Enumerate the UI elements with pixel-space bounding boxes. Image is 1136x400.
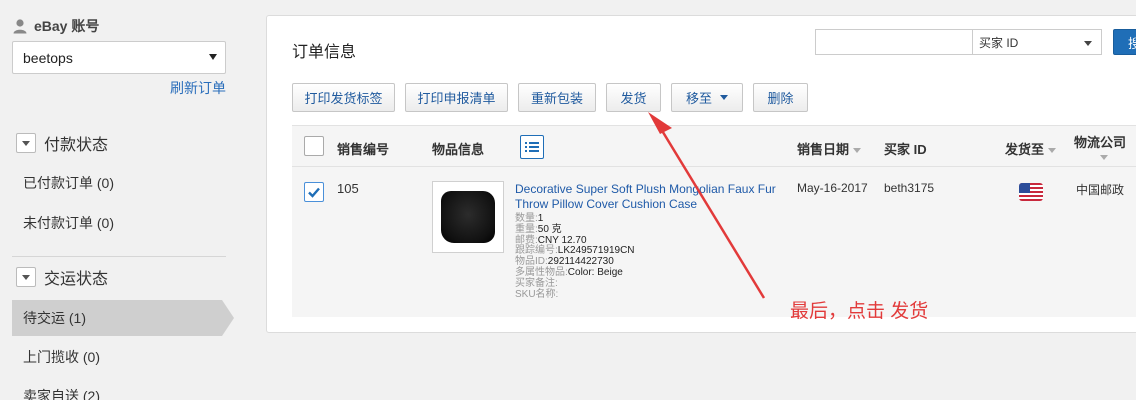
col-sale-no: 销售编号 [337,142,390,157]
payment-status-title: 付款状态 [44,137,109,154]
meta-label: 邮费: [515,234,538,246]
item-title-link[interactable]: Decorative Super Soft Plush Mongolian Fa… [515,182,795,212]
annotation-text: 最后，点击 发货 [790,301,929,322]
collapse-toggle-icon[interactable] [16,267,36,287]
repack-button[interactable]: 重新包装 [518,83,596,112]
sidebar-item-pickup[interactable]: 上门揽收 (0) [12,339,222,375]
sale-date: May-16-2017 [797,181,868,195]
delivery-status-title: 交运状态 [44,271,109,288]
sidebar-item-label: 卖家自送 (2) [23,388,100,400]
sort-icon [853,148,862,154]
user-icon [13,19,27,34]
select-all-checkbox[interactable] [304,136,324,156]
refresh-orders-link[interactable]: 刷新订单 [170,78,226,98]
meta-label: 物品ID: [515,256,548,268]
search-button[interactable]: 搜 [1113,29,1136,55]
buyer-id[interactable]: beth3175 [884,181,934,195]
item-meta: 数量:1 重量:50 克 邮费:CNY 12.70 跟踪编号:LK2495719… [515,213,635,300]
sidebar-item-label: 待交运 (1) [23,310,86,326]
delete-button[interactable]: 删除 [753,83,808,112]
sidebar-item-pending-shipment[interactable]: 待交运 (1) [12,300,234,336]
meta-postage: CNY 12.70 [537,234,587,246]
sort-icon [1100,155,1108,161]
search-field-select[interactable]: 买家 ID [972,29,1102,55]
account-select-value: beetops [23,49,73,66]
collapse-toggle-icon[interactable] [16,133,36,153]
meta-qty: 1 [537,213,544,224]
meta-label: 多属性物品: [515,266,568,278]
table-row: 105 Decorative Super Soft Plush Mongolia… [292,167,1136,317]
chevron-down-icon [209,54,217,60]
table-header: 销售编号 物品信息 销售日期 买家 ID 发货至 物流公司 [292,125,1136,167]
page-title: 订单信息 [292,44,357,61]
col-sale-date-label: 销售日期 [797,142,850,157]
delivery-status-header[interactable]: 交运状态 [16,265,108,289]
move-to-label: 移至 [685,91,712,106]
col-logistics-label: 物流公司 [1074,135,1127,150]
sidebar-item-label: 已付款订单 (0) [23,175,114,191]
sidebar-item-unpaid-orders[interactable]: 未付款订单 (0) [12,205,222,241]
search-input[interactable] [815,29,973,55]
pillow-image [441,191,495,243]
meta-label: 买家备注: [515,277,558,289]
ship-button[interactable]: 发货 [606,83,661,112]
sidebar-item-label: 未付款订单 (0) [23,215,114,231]
checkmark-icon [308,187,320,198]
print-customs-button[interactable]: 打印申报清单 [405,83,508,112]
sort-icon [1048,148,1057,154]
meta-label: 重量: [515,223,538,235]
col-ship-to[interactable]: 发货至 [1005,139,1057,158]
col-sale-date[interactable]: 销售日期 [797,139,862,158]
meta-tracking: LK249571919CN [557,245,635,257]
divider [12,256,226,257]
order-info-panel: 订单信息 买家 ID 搜 打印发货标签 打印申报清单 重新包装 发货 移至 删除… [266,15,1136,333]
meta-weight: 50 克 [537,223,562,235]
col-logistics[interactable]: 物流公司 [1074,132,1126,164]
account-label: eBay 账号 [34,18,100,34]
sidebar-item-self-delivery[interactable]: 卖家自送 (2) [12,378,222,400]
row-checkbox[interactable] [304,182,324,202]
meta-label: 跟踪编号: [515,245,558,257]
print-label-button[interactable]: 打印发货标签 [292,83,395,112]
col-ship-to-label: 发货至 [1005,142,1045,157]
col-item-info: 物品信息 [432,142,485,157]
meta-item-id: 292114422730 [547,256,614,268]
search-field-select-value: 买家 ID [979,35,1019,50]
meta-variation: Color: Beige [567,266,623,278]
logistics-company: 中国邮政 [1076,183,1125,197]
sidebar-item-label: 上门揽收 (0) [23,349,100,365]
list-view-icon[interactable] [520,135,544,159]
move-to-button[interactable]: 移至 [671,83,743,112]
meta-label: 数量: [515,213,538,224]
col-buyer-id: 买家 ID [884,142,927,157]
chevron-down-icon [720,95,728,100]
chevron-down-icon [1084,41,1092,46]
account-header: eBay 账号 [12,16,99,36]
us-flag-icon [1019,183,1043,201]
sale-no: 105 [337,181,359,196]
meta-label: SKU名称: [515,288,559,300]
payment-status-header[interactable]: 付款状态 [16,131,108,155]
sidebar-item-paid-orders[interactable]: 已付款订单 (0) [12,165,222,201]
sidebar: eBay 账号 beetops 刷新订单 付款状态 已付款订单 (0) 未付款订… [0,0,240,400]
item-thumbnail[interactable] [432,181,504,253]
account-select[interactable]: beetops [12,41,226,74]
